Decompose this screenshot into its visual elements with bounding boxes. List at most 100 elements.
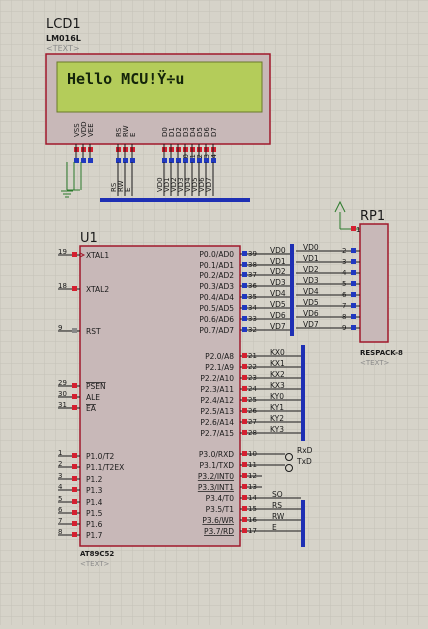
mcu-right-pin-number: 27	[248, 418, 257, 426]
mcu-net-label: SO	[272, 490, 283, 499]
mcu-right-pin-name: P2.6/A14	[200, 418, 234, 427]
rp-pin-number: 3	[342, 258, 346, 266]
mcu-left-pin-marker	[72, 510, 77, 515]
mcu-right-pin-name: P3.7/RD	[204, 527, 234, 536]
mcu-left-pin-number: 1	[58, 449, 62, 457]
mcu-left-pin-number: 6	[58, 506, 63, 514]
schematic-svg[interactable]: LCD1 LM016L <TEXT> Hello MCU!Ÿ÷u VSS1VDD…	[0, 0, 428, 625]
mcu-right-pin-number: 38	[248, 261, 257, 269]
mcu-right-pin-name: P0.3/AD3	[199, 282, 234, 291]
mcu-left-pin-name: P1.6	[86, 520, 103, 529]
mcu-right-pin-marker	[242, 528, 247, 533]
mcu-ref: U1	[80, 231, 98, 246]
mcu-right-pin-number: 12	[248, 472, 257, 480]
rp-ref: RP1	[360, 209, 385, 224]
mcu-left-pin-name: P1.7	[86, 531, 103, 540]
mcu-left-pin-marker	[72, 521, 77, 526]
mcu-right-pin-marker	[242, 484, 247, 489]
mcu-left-pin-marker	[72, 476, 77, 481]
lcd-net-label: VD7	[205, 177, 213, 192]
mcu-right-pin-number: 22	[248, 363, 257, 371]
mcu-component[interactable]: U1 19 XTAL1 18 XTAL2 9 RST 29 PSEN 30 ALE 31 EA 1 P1.…	[58, 231, 313, 568]
mcu-net-label: KX1	[270, 359, 285, 368]
rp-pin-marker	[351, 259, 356, 264]
mcu-right-pin-marker	[242, 495, 247, 500]
mcu-left-pin-marker	[72, 394, 77, 399]
schematic-canvas[interactable]: LCD1 LM016L <TEXT> Hello MCU!Ÿ÷u VSS1VDD…	[0, 0, 428, 625]
mcu-right-pin-name: P2.3/A11	[200, 385, 234, 394]
mcu-left-pin-number: 2	[58, 460, 62, 468]
mcu-left-pin-number: 30	[58, 390, 67, 398]
mcu-right-pin-marker	[242, 294, 247, 299]
rp-pin-marker	[351, 281, 356, 286]
mcu-right-pin-marker	[242, 305, 247, 310]
mcu-net-label: KX3	[270, 381, 285, 390]
mcu-left-pin-name: PSEN	[86, 382, 106, 391]
mcu-net-label: KX0	[270, 348, 285, 357]
mcu-right-pin-number: 10	[248, 450, 257, 458]
mcu-right-pin-name: P0.4/AD4	[199, 293, 234, 302]
rp-pin-number: 8	[342, 313, 346, 321]
mcu-right-pin-marker	[242, 430, 247, 435]
mcu-right-pin-number: 21	[248, 352, 257, 360]
mcu-left-pin-marker	[72, 464, 77, 469]
mcu-right-pin-number: 14	[248, 494, 257, 502]
rp-net-label: VD7	[303, 320, 319, 329]
mcu-net-label: RS	[272, 501, 282, 510]
mcu-right-pin-marker	[242, 353, 247, 358]
mcu-right-pin-marker	[242, 283, 247, 288]
lcd-part: LM016L	[46, 34, 81, 43]
mcu-left-pin-name: P1.2	[86, 475, 103, 484]
mcu-right-pin-number: 36	[248, 282, 257, 290]
mcu-left-pin-name: P1.5	[86, 509, 103, 518]
mcu-net-label: VD2	[270, 267, 286, 276]
rp-pin-number: 6	[342, 291, 347, 299]
mcu-net-label: KY3	[270, 425, 284, 434]
rp-pin-marker	[351, 325, 356, 330]
mcu-left-pin-marker	[72, 286, 77, 291]
mcu-right-pin-name: P0.7/AD7	[199, 326, 234, 335]
mcu-part: AT89C52	[80, 550, 114, 558]
mcu-left-pin-number: 31	[58, 401, 67, 409]
mcu-net-label: VD7	[270, 322, 286, 331]
mcu-right-pin-number: 26	[248, 407, 257, 415]
mcu-right-pin-number: 25	[248, 396, 257, 404]
lcd-pin-label: E	[129, 133, 137, 137]
mcu-net-label: E	[272, 523, 277, 532]
mcu-right-pin-number: 17	[248, 527, 257, 535]
mcu-net-label: VD4	[270, 289, 286, 298]
mcu-left-pin-marker	[72, 532, 77, 537]
mcu-right-pin-name: P0.6/AD6	[199, 315, 234, 324]
mcu-right-pin-marker	[242, 408, 247, 413]
mcu-right-pin-name: P2.5/A13	[200, 407, 234, 416]
rp-net-label: VD3	[303, 276, 319, 285]
mcu-right-pin-marker	[242, 462, 247, 467]
mcu-right-pin-marker	[242, 327, 247, 332]
mcu-left-pin-name: P1.0/T2	[86, 452, 115, 461]
mcu-right-pin-name: P3.3/INT1	[198, 483, 234, 492]
mcu-left-pin-number: 8	[58, 528, 62, 536]
mcu-left-pin-marker	[72, 453, 77, 458]
mcu-net-label: VD3	[270, 278, 286, 287]
rp-part: RESPACK-8	[360, 349, 403, 357]
mcu-right-pin-name: P0.2/AD2	[199, 271, 234, 280]
rp-body	[359, 223, 389, 343]
mcu-left-pin-marker	[72, 405, 77, 410]
rp-pin-number: 4	[342, 269, 347, 277]
lcd-net-label: E	[124, 188, 132, 192]
mcu-right-pin-name: P3.5/T1	[206, 505, 235, 514]
mcu-right-pin-number: 35	[248, 293, 257, 301]
rp-pin-marker	[351, 248, 356, 253]
lcd-display-text: Hello MCU!Ÿ÷u	[67, 69, 184, 88]
mcu-net-label: KY1	[270, 403, 284, 412]
rp-net-label: VD1	[303, 254, 319, 263]
mcu-right-pin-marker	[242, 364, 247, 369]
mcu-right-pin-marker	[242, 451, 247, 456]
lcd-pin-label: D7	[210, 127, 218, 137]
mcu-right-pin-name: P3.2/INT0	[198, 472, 234, 481]
mcu-left-pin-marker	[72, 383, 77, 388]
mcu-left-pin-name: XTAL2	[86, 285, 109, 294]
rp-pin1: 1	[356, 226, 360, 234]
mcu-right-pin-name: P2.2/A10	[200, 374, 234, 383]
mcu-net-label: VD6	[270, 311, 286, 320]
